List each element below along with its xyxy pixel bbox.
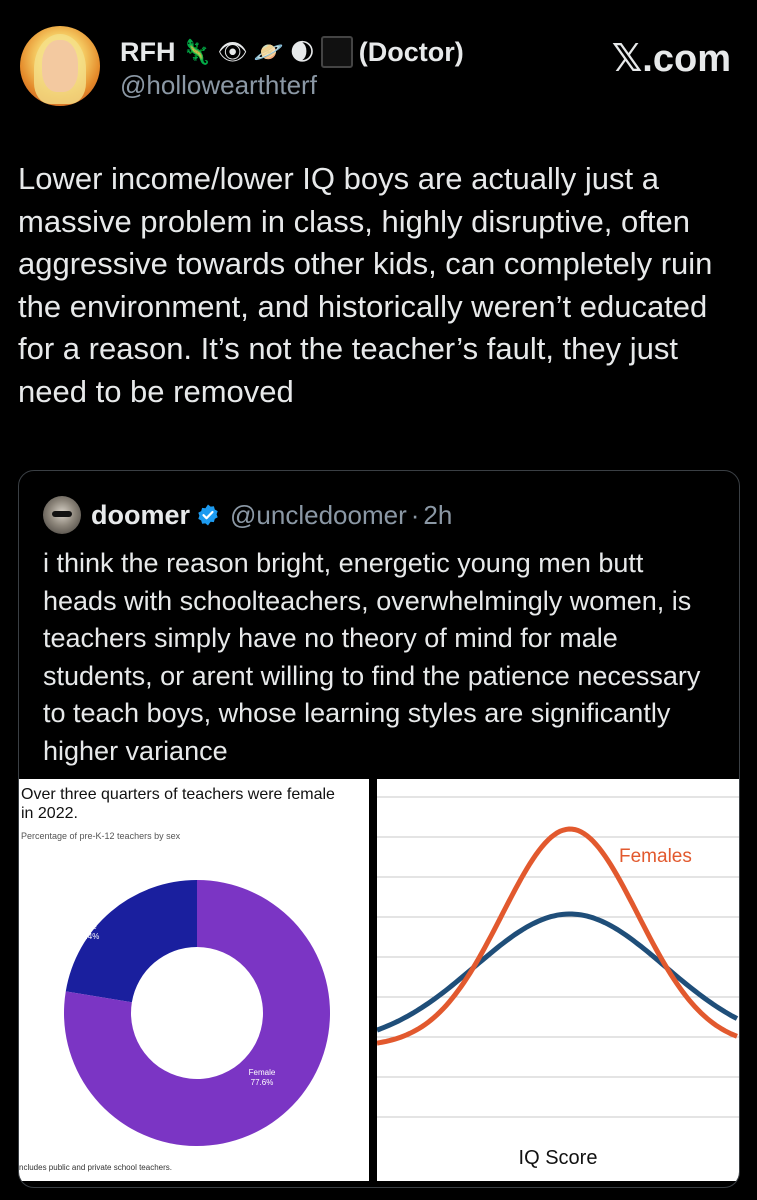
bell-curve-chart: Females [377,796,739,1118]
separator-dot: · [410,499,420,530]
female-value: 77.6% [251,1078,274,1087]
female-label: Female [249,1068,276,1077]
tweet-text: Lower income/lower IQ boys are actually … [18,161,713,409]
donut-chart-image[interactable]: Over three quarters of teachers were fem… [19,779,369,1181]
donut-slice-male [65,880,197,1003]
author-handle[interactable]: @hollowearthterf [120,70,317,101]
donut-chart: Male 22.4% Female 77.6% [64,880,331,1146]
verified-badge-icon [198,504,218,526]
male-distribution-curve [377,911,739,1033]
quoted-tweet-text: i think the reason bright, energetic you… [43,548,701,766]
quoted-tweet[interactable]: doomer @uncledoomer · 2h i think the rea… [18,470,740,1188]
quoted-author-handle[interactable]: @uncledoomer [230,500,407,531]
quoted-timestamp[interactable]: 2h [423,500,452,531]
male-value: 22.4% [77,932,100,941]
tweet-header: RFH 🦎 👁 🪐 🌒 (Doctor) @hollowearthterf 𝕏.… [20,26,737,106]
quoted-author-avatar[interactable] [43,496,81,534]
moon-emoji: 🌒 [289,38,315,66]
quoted-tweet-header: doomer @uncledoomer · 2h [43,496,452,534]
x-logo: 𝕏.com [611,38,731,80]
author-display-name[interactable]: RFH 🦎 👁 🪐 🌒 (Doctor) [120,36,464,68]
iq-score-axis-label: IQ Score [518,1147,598,1169]
eye-emoji: 👁 [217,38,248,66]
male-label: Male [79,922,97,931]
black-square-icon [320,36,353,68]
quoted-author-name[interactable]: doomer [91,500,190,531]
donut-chart-footnote: ncludes public and private school teache… [19,1163,172,1172]
author-name-text: RFH [120,36,176,67]
planet-emoji: 🪐 [253,38,284,66]
author-avatar[interactable] [20,26,100,106]
bell-curve-image[interactable]: Females IQ Score [377,779,739,1181]
author-title-suffix: (Doctor) [358,36,464,67]
lizard-emoji: 🦎 [181,38,212,66]
chart-gridlines [377,796,739,1118]
females-series-label: Females [619,846,692,867]
